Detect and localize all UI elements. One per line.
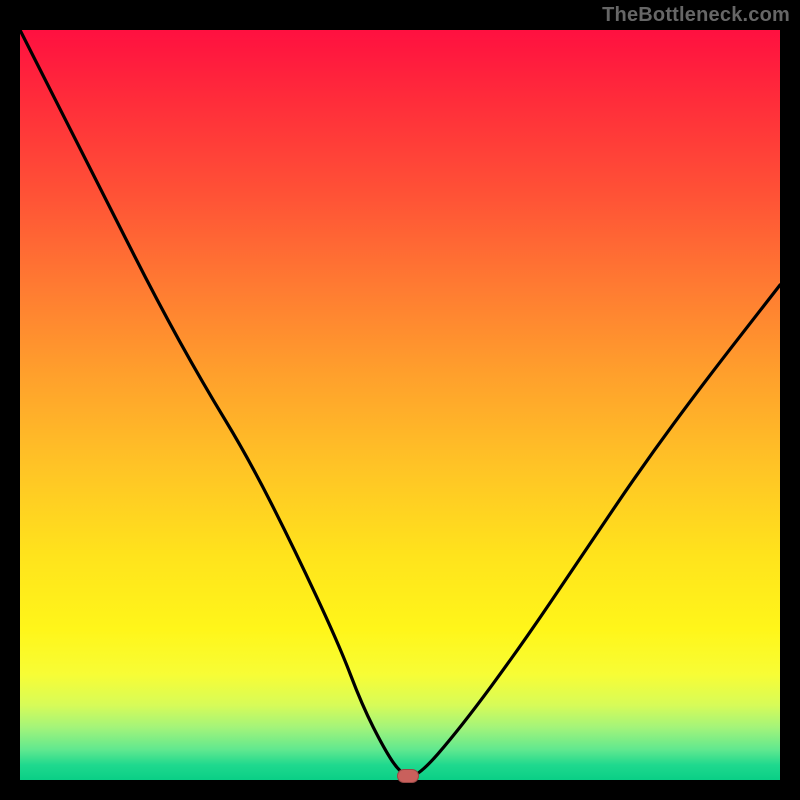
watermark-text: TheBottleneck.com	[602, 4, 790, 27]
chart-root: TheBottleneck.com	[0, 0, 800, 800]
min-point-marker	[397, 769, 419, 783]
bottleneck-curve	[20, 30, 780, 777]
plot-area	[20, 30, 780, 780]
curve-svg	[20, 30, 780, 780]
